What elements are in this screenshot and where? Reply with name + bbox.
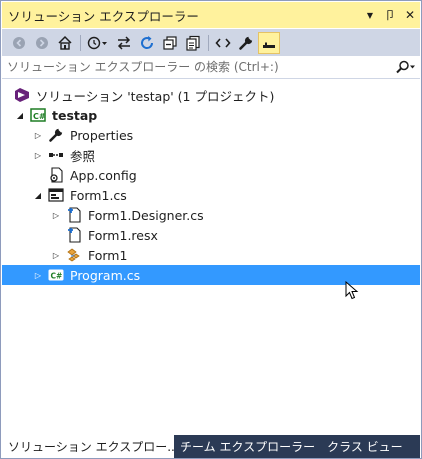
tree-item-properties[interactable]: ▷ Properties xyxy=(2,125,420,145)
properties-wrench-icon[interactable] xyxy=(235,32,257,54)
pending-changes-filter-icon[interactable] xyxy=(84,32,112,54)
toolbar xyxy=(2,29,420,56)
toolbar-separator xyxy=(208,34,209,51)
tree-item-project[interactable]: ◢ C# testap xyxy=(2,105,420,125)
tab-class-view[interactable]: クラス ビュー xyxy=(321,435,409,458)
collapsed-arrow-icon[interactable]: ▷ xyxy=(50,249,62,261)
back-icon[interactable] xyxy=(8,32,30,54)
class-icon xyxy=(66,247,82,263)
solution-icon xyxy=(14,87,30,103)
svg-text:C#: C# xyxy=(51,272,63,281)
tree-item-form1-class[interactable]: ▷ Form1 xyxy=(2,245,420,265)
bottom-tab-strip: ソリューション エクスプロー... チーム エクスプローラー クラス ビュー xyxy=(2,435,420,458)
tree-item-form1-designer[interactable]: ▷ Form1.Designer.cs xyxy=(2,205,420,225)
project-label: testap xyxy=(52,107,98,123)
expanded-arrow-icon[interactable]: ◢ xyxy=(32,189,44,201)
mouse-cursor-icon xyxy=(345,281,359,300)
tree-item-solution[interactable]: ソリューション 'testap' (1 プロジェクト) xyxy=(2,85,420,105)
collapsed-arrow-icon[interactable]: ▷ xyxy=(32,269,44,281)
tree-item-app-config[interactable]: App.config xyxy=(2,165,420,185)
tab-team-explorer[interactable]: チーム エクスプローラー xyxy=(174,435,321,458)
window-menu-dropdown-icon[interactable]: ▼ xyxy=(360,5,380,25)
title-bar: ソリューション エクスプローラー ▼ 卩 ✕ xyxy=(2,2,420,28)
home-icon[interactable] xyxy=(54,32,76,54)
svg-text:C#: C# xyxy=(33,112,46,121)
window-title: ソリューション エクスプローラー xyxy=(8,8,199,24)
tree-item-form1-resx[interactable]: Form1.resx xyxy=(2,225,420,245)
preview-selected-items-icon[interactable] xyxy=(258,31,280,54)
collapse-all-icon[interactable] xyxy=(159,32,181,54)
solution-tree: ソリューション 'testap' (1 プロジェクト) ◢ C# testap … xyxy=(2,85,420,285)
references-label: 参照 xyxy=(70,148,96,164)
tab-solution-explorer[interactable]: ソリューション エクスプロー... xyxy=(2,435,174,458)
view-code-icon[interactable] xyxy=(212,32,234,54)
csharp-file-icon xyxy=(66,207,82,223)
tree-item-form1-cs[interactable]: ◢ Form1.cs xyxy=(2,185,420,205)
search-input[interactable] xyxy=(2,59,392,75)
close-icon[interactable]: ✕ xyxy=(400,5,420,25)
form-icon xyxy=(48,187,64,203)
program-cs-label: Program.cs xyxy=(70,267,141,283)
expanded-arrow-icon[interactable]: ◢ xyxy=(14,109,26,121)
app-config-label: App.config xyxy=(70,167,137,183)
wrench-icon xyxy=(48,127,64,143)
form1-class-label: Form1 xyxy=(88,247,128,263)
form1-resx-label: Form1.resx xyxy=(88,227,158,243)
config-file-icon xyxy=(48,167,64,183)
toolbar-separator xyxy=(80,34,81,51)
collapsed-arrow-icon[interactable]: ▷ xyxy=(50,209,62,221)
collapsed-arrow-icon[interactable]: ▷ xyxy=(32,149,44,161)
resource-file-icon xyxy=(66,227,82,243)
search-bar xyxy=(2,56,420,79)
sync-with-active-document-icon[interactable] xyxy=(113,32,135,54)
tree-item-references[interactable]: ▷ 参照 xyxy=(2,145,420,165)
csharp-code-file-icon: C# xyxy=(48,267,64,283)
references-icon xyxy=(48,147,64,163)
forward-icon[interactable] xyxy=(31,32,53,54)
pin-icon[interactable]: 卩 xyxy=(380,5,400,25)
show-all-files-icon[interactable] xyxy=(182,32,204,54)
solution-label: ソリューション 'testap' (1 プロジェクト) xyxy=(36,88,275,104)
form1-cs-label: Form1.cs xyxy=(70,187,127,203)
form1-designer-label: Form1.Designer.cs xyxy=(88,207,204,223)
csharp-project-icon: C# xyxy=(30,107,46,123)
search-options-icon[interactable] xyxy=(392,60,420,74)
refresh-icon[interactable] xyxy=(136,32,158,54)
solution-explorer-window: ソリューション エクスプローラー ▼ 卩 ✕ ソリューション エクスプローラー … xyxy=(0,0,422,459)
properties-label: Properties xyxy=(70,127,134,143)
collapsed-arrow-icon[interactable]: ▷ xyxy=(32,129,44,141)
